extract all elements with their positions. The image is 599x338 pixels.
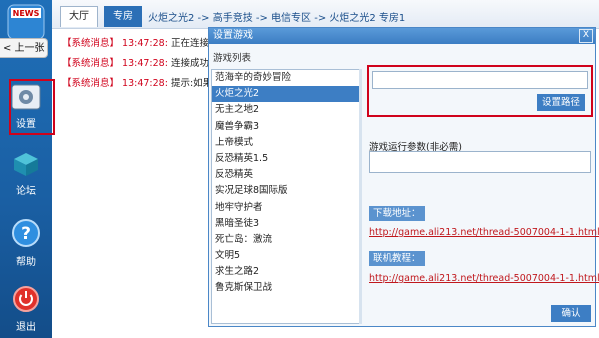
- game-list-scrollbar[interactable]: [359, 69, 362, 324]
- game-path-input[interactable]: [372, 71, 588, 89]
- settings-highlight-frame: [9, 79, 55, 135]
- sidebar-item-forum[interactable]: 论坛: [0, 151, 52, 197]
- back-button[interactable]: < 上一张: [0, 38, 48, 58]
- log-time: 13:47:28:: [122, 78, 168, 89]
- sidebar-item-exit[interactable]: 退出: [0, 285, 52, 333]
- news-logo-text: NEWS: [13, 9, 40, 18]
- news-logo-icon: NEWS: [7, 4, 45, 40]
- help-icon: ?: [12, 219, 40, 247]
- list-item[interactable]: 范海辛的奇妙冒险: [212, 70, 360, 86]
- game-config-pane: 设置路径 游戏运行参数(非必需) 下载地址： http://game.ali21…: [363, 45, 599, 326]
- confirm-button[interactable]: 确认: [551, 305, 591, 322]
- left-sidebar: NEWS < 上一张 设置 论坛 ? 帮助 退出: [0, 0, 55, 338]
- sidebar-item-help[interactable]: ? 帮助: [0, 218, 52, 268]
- list-item[interactable]: 文明5: [212, 248, 360, 264]
- set-path-button[interactable]: 设置路径: [537, 94, 585, 111]
- list-item[interactable]: 地牢守护者: [212, 200, 360, 216]
- list-item[interactable]: 求生之路2: [212, 264, 360, 280]
- log-line: 【系统消息】 13:47:28: 连接成功，您可: [62, 54, 222, 74]
- list-item[interactable]: 无主之地2: [212, 102, 360, 118]
- svg-text:?: ?: [21, 224, 31, 244]
- cube-icon: [14, 153, 38, 176]
- path-highlight-frame: 设置路径: [367, 65, 593, 117]
- tab-lobby[interactable]: 大厅: [60, 6, 98, 27]
- tutorial-label: 联机教程：: [369, 251, 425, 266]
- breadcrumb: 火炬之光2 -> 高手竞技 -> 电信专区 -> 火炬之光2 专房1: [148, 13, 406, 24]
- list-item[interactable]: 魔兽争霸3: [212, 119, 360, 135]
- download-label: 下载地址：: [369, 206, 425, 221]
- list-item[interactable]: 实况足球8国际版: [212, 183, 360, 199]
- download-link[interactable]: http://game.ali213.net/thread-5007004-1-…: [369, 227, 599, 238]
- list-item[interactable]: 反恐精英: [212, 167, 360, 183]
- sidebar-item-label: 论坛: [16, 186, 36, 197]
- log-line: 【系统消息】 13:47:28: 提示:如果看不到: [62, 74, 222, 94]
- log-time: 13:47:28:: [122, 38, 168, 49]
- list-item-selected[interactable]: 火炬之光2: [212, 86, 360, 103]
- settings-game-dialog: 设置游戏 X 游戏列表 范海辛的奇妙冒险 火炬之光2 无主之地2 魔兽争霸3 上…: [208, 27, 599, 327]
- list-item[interactable]: 反恐精英1.5: [212, 151, 360, 167]
- list-item[interactable]: 死亡岛：激流: [212, 232, 360, 248]
- game-list-caption: 游戏列表: [213, 53, 252, 64]
- log-tag: 【系统消息】: [62, 78, 120, 89]
- dialog-title: 设置游戏: [213, 30, 253, 41]
- log-line: 【系统消息】 13:47:28: 正在连接 =>: [62, 34, 222, 54]
- power-icon: [13, 286, 39, 312]
- sidebar-item-label: 退出: [16, 322, 36, 333]
- log-time: 13:47:28:: [122, 58, 168, 69]
- launch-args-input[interactable]: [369, 151, 591, 173]
- log-tag: 【系统消息】: [62, 38, 120, 49]
- tab-room[interactable]: 专房: [104, 6, 142, 27]
- dialog-title-bar: 设置游戏 X: [209, 28, 595, 44]
- top-bar: 大厅 专房 火炬之光2 -> 高手竞技 -> 电信专区 -> 火炬之光2 专房1: [52, 0, 599, 29]
- game-list[interactable]: 范海辛的奇妙冒险 火炬之光2 无主之地2 魔兽争霸3 上帝模式 反恐精英1.5 …: [211, 69, 361, 324]
- list-item[interactable]: 鲁克斯保卫战: [212, 280, 360, 296]
- sidebar-item-label: 帮助: [16, 257, 36, 268]
- system-message-log: 【系统消息】 13:47:28: 正在连接 => 【系统消息】 13:47:28…: [62, 34, 222, 94]
- log-tag: 【系统消息】: [62, 58, 120, 69]
- list-item[interactable]: 上帝模式: [212, 135, 360, 151]
- list-item[interactable]: 黑暗圣徒3: [212, 216, 360, 232]
- tutorial-link[interactable]: http://game.ali213.net/thread-5007004-1-…: [369, 273, 599, 284]
- close-icon[interactable]: X: [579, 29, 593, 43]
